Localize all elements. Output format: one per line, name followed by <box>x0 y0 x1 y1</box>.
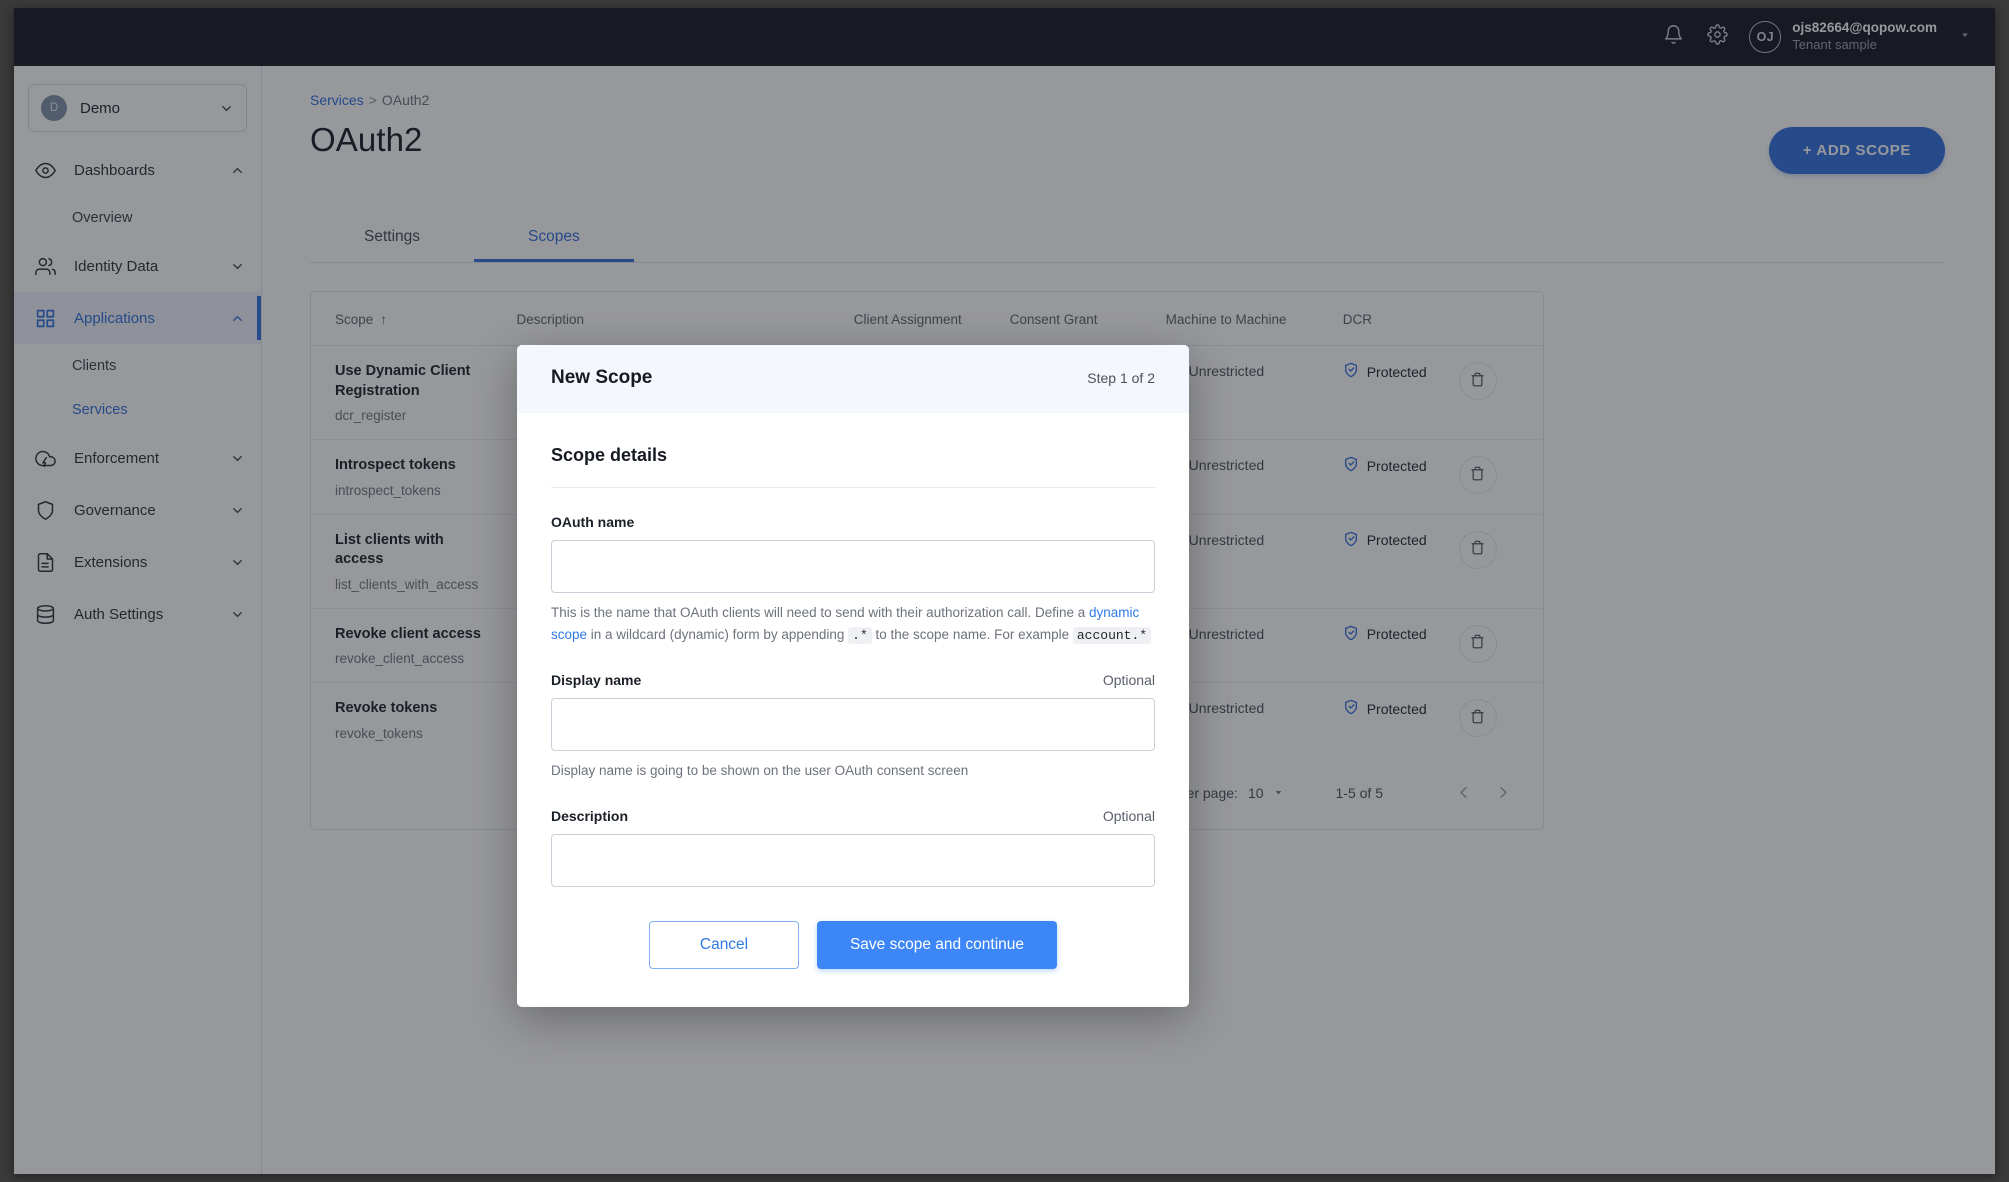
app-window: OJ ojs82664@qopow.com Tenant sample D De… <box>14 8 1995 1174</box>
section-divider <box>551 487 1155 488</box>
display-name-helper-text: Display name is going to be shown on the… <box>551 762 969 778</box>
oauth-name-label-row: OAuth name <box>551 514 1155 530</box>
helper-code-wildcard: .* <box>848 626 872 644</box>
new-scope-modal: New Scope Step 1 of 2 Scope details OAut… <box>517 345 1189 1007</box>
save-scope-and-continue-button[interactable]: Save scope and continue <box>817 920 1057 969</box>
display-name-input[interactable] <box>551 697 1155 751</box>
modal-footer: Cancel Save scope and continue <box>517 887 1189 1007</box>
description-optional-tag: Optional <box>1102 807 1155 824</box>
oauth-name-label: OAuth name <box>551 514 635 530</box>
modal-body: Scope details OAuth name This is the nam… <box>517 413 1189 887</box>
display-name-label-row: Display name Optional <box>551 672 1155 688</box>
description-input[interactable] <box>551 833 1155 887</box>
modal-step-indicator: Step 1 of 2 <box>1087 370 1155 386</box>
modal-header: New Scope Step 1 of 2 <box>517 345 1189 413</box>
helper-text-part-1: This is the name that OAuth clients will… <box>551 605 1090 620</box>
helper-text-part-3: to the scope name. For example <box>871 626 1073 642</box>
oauth-name-input[interactable] <box>551 540 1155 593</box>
section-title: Scope details <box>551 445 668 465</box>
display-name-label: Display name <box>551 671 642 688</box>
cancel-button[interactable]: Cancel <box>649 920 799 969</box>
oauth-name-helper-text: This is the name that OAuth clients will… <box>551 602 1155 646</box>
helper-text-part-2: in a wildcard (dynamic) form by appendin… <box>587 626 849 642</box>
modal-title: New Scope <box>551 367 653 388</box>
display-name-optional-tag: Optional <box>1102 671 1155 688</box>
description-label: Description <box>551 807 629 824</box>
description-label-row: Description Optional <box>551 808 1155 824</box>
helper-code-example: account.* <box>1072 626 1152 644</box>
